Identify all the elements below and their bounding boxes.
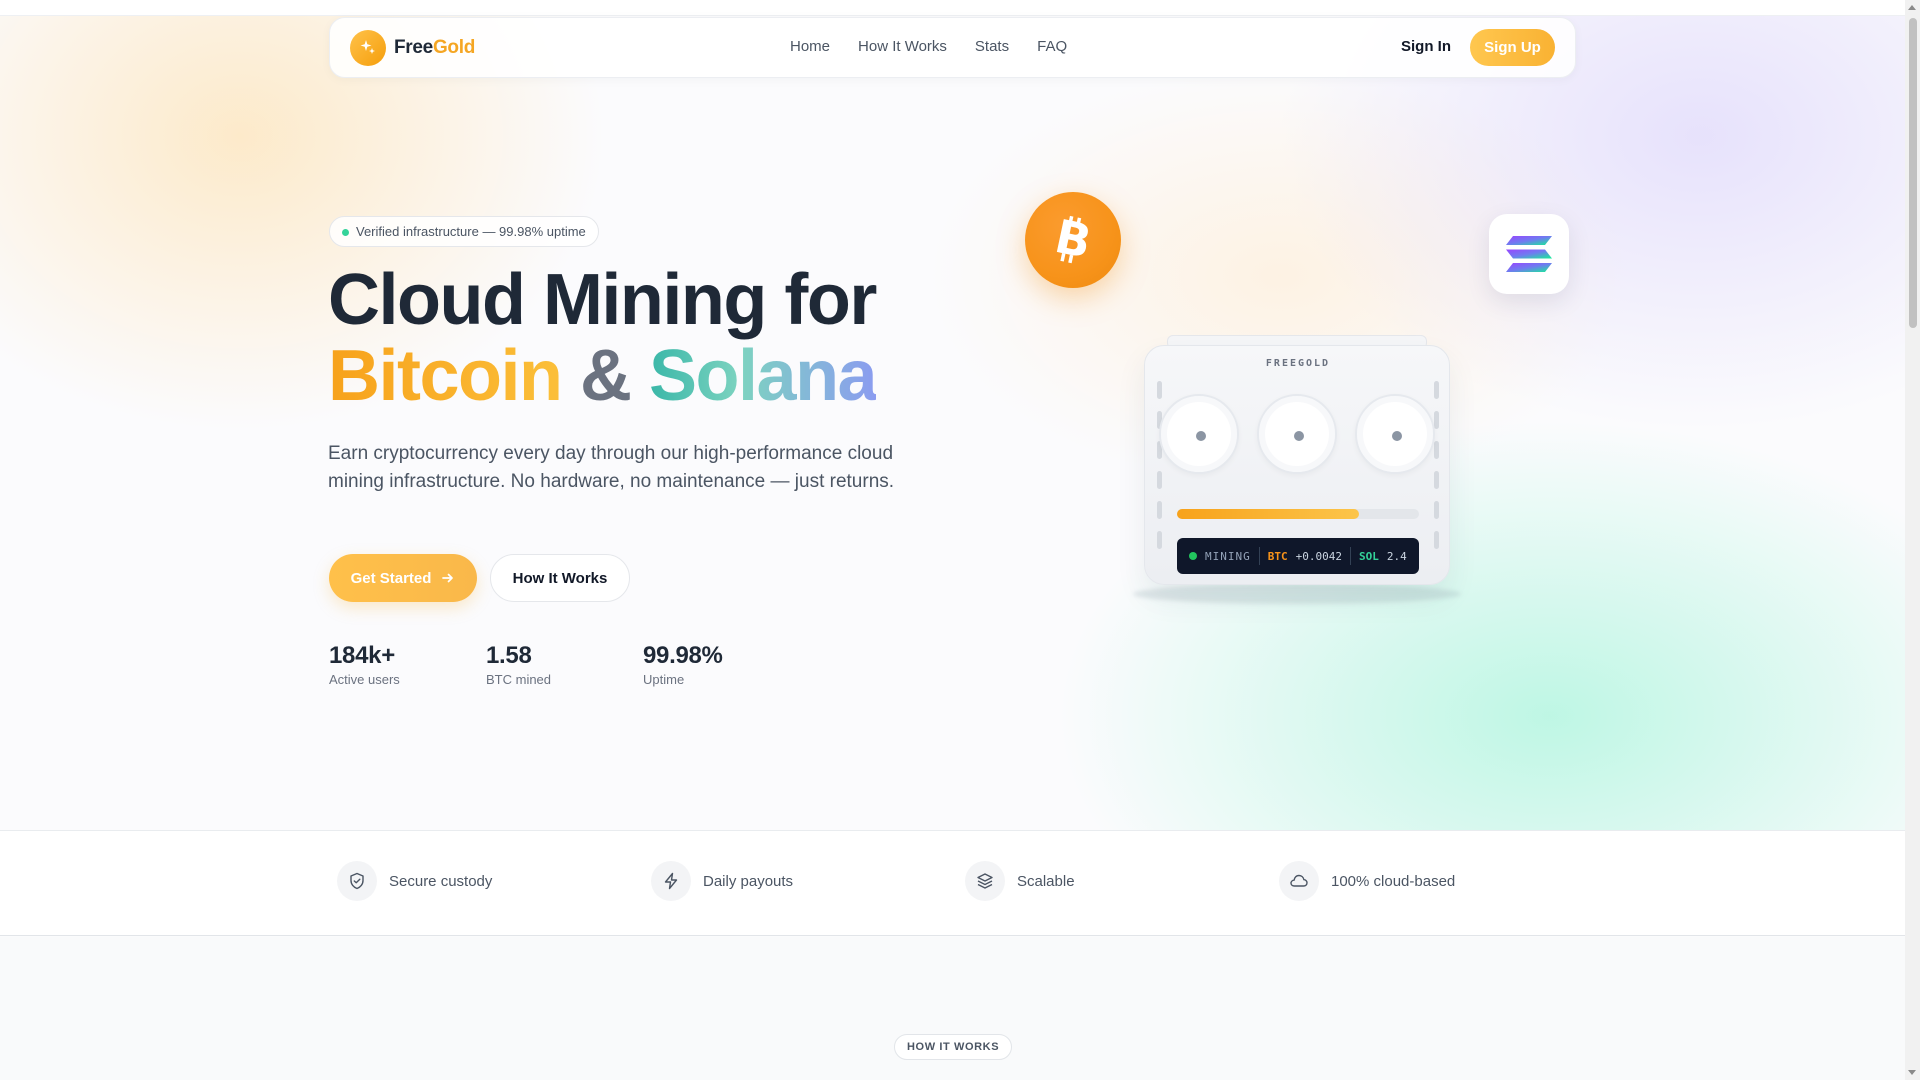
feature-label: 100% cloud-based (1331, 872, 1456, 890)
how-it-works-button[interactable]: How It Works (490, 554, 630, 602)
verified-badge-text: Verified infrastructure — 99.98% uptime (356, 224, 586, 239)
terminal-divider (1349, 547, 1351, 565)
solana-logo-card (1489, 214, 1569, 294)
stat-label: BTC mined (486, 672, 552, 687)
fan-hub (1196, 431, 1206, 441)
nav-link-stats[interactable]: Stats (975, 38, 1009, 55)
nav-link-how-it-works[interactable]: How It Works (858, 38, 947, 55)
fan-icon (1257, 394, 1337, 474)
bolt-icon (651, 861, 691, 901)
feature-daily-payouts: Daily payouts (651, 861, 793, 901)
hero-title-line1: Cloud Mining for (328, 260, 877, 340)
brand-logo[interactable]: FreeGold (350, 30, 475, 66)
miner-shadow (1133, 584, 1461, 604)
terminal-sol-value: 2.4 (1386, 549, 1407, 563)
vent-slot (1157, 501, 1162, 519)
stat-value: 99.98% (643, 642, 723, 669)
terminal-status: MINING (1205, 549, 1251, 563)
stat-value: 1.58 (486, 642, 532, 669)
vent-slot (1434, 471, 1439, 489)
feature-label: Scalable (1017, 872, 1075, 890)
feature-label: Secure custody (389, 872, 493, 890)
status-dot-icon (342, 229, 349, 236)
cloud-icon (1279, 861, 1319, 901)
hero-title-bitcoin: Bitcoin (328, 336, 563, 416)
scroll-down-arrow-icon[interactable] (1908, 1070, 1916, 1075)
mining-terminal: MINING BTC +0.0042 SOL 2.4 (1177, 538, 1419, 574)
page-viewport: FreeGold Home How It Works Stats FAQ Sig… (0, 0, 1905, 1080)
section-tag-how-it-works: HOW IT WORKS (894, 1034, 1013, 1060)
vent-slot (1434, 411, 1439, 429)
mining-progress-fill (1177, 509, 1359, 519)
stat-active-users: 184k+ Active users (329, 642, 400, 687)
sign-up-button[interactable]: Sign Up (1470, 29, 1555, 66)
stat-uptime: 99.98% Uptime (643, 642, 723, 687)
online-dot-icon (1189, 552, 1197, 560)
svg-text:B: B (1050, 211, 1096, 269)
mining-rig-illustration: FREEGOLD MINING BTC +0.0042 SOL 2.4 (1144, 345, 1450, 585)
vent-slot (1157, 531, 1162, 549)
bitcoin-coin-icon: B (1025, 192, 1121, 288)
stat-btc-mined: 1.58 BTC mined (486, 642, 551, 687)
stat-label: Uptime (643, 672, 685, 687)
terminal-sol-label: SOL (1358, 549, 1379, 563)
sign-in-link[interactable]: Sign In (1401, 38, 1451, 55)
mining-progress-bar (1177, 509, 1419, 519)
vent-slot (1157, 381, 1162, 399)
vent-slot (1434, 381, 1439, 399)
hero-background (0, 16, 1905, 830)
scroll-up-arrow-icon[interactable] (1908, 5, 1916, 10)
fan-icon (1355, 394, 1435, 474)
feature-secure-custody: Secure custody (337, 861, 492, 901)
brand-name-part1: Free (394, 37, 433, 58)
fan-hub (1392, 431, 1402, 441)
feature-cloud-based: 100% cloud-based (1279, 861, 1455, 901)
nav-link-home[interactable]: Home (790, 38, 830, 55)
vertical-scrollbar[interactable] (1905, 0, 1920, 1080)
feature-label: Daily payouts (703, 872, 794, 890)
vent-slot (1157, 471, 1162, 489)
shield-icon (337, 861, 377, 901)
miner-brand-label: FREEGOLD (1265, 358, 1331, 369)
get-started-button[interactable]: Get Started (329, 554, 477, 602)
hero-title-line2: Bitcoin & Solana (328, 336, 878, 416)
fan-hub (1294, 431, 1304, 441)
vent-slot (1434, 531, 1439, 549)
feature-strip: Secure custody Daily payouts Scalable 10… (0, 830, 1905, 936)
hero-title-solana: Solana (649, 336, 878, 416)
hero-subtitle: Earn cryptocurrency every day through ou… (328, 443, 895, 492)
layers-icon (965, 861, 1005, 901)
scrollbar-thumb[interactable] (1909, 18, 1917, 328)
brand-name-part2: Gold (432, 37, 476, 58)
hero-title-ampersand: & (580, 336, 632, 416)
terminal-btc-label: BTC (1267, 549, 1288, 563)
nav-links: Home How It Works Stats FAQ (790, 38, 1067, 55)
terminal-btc-value: +0.0042 (1295, 549, 1342, 563)
vent-slot (1434, 501, 1439, 519)
nav-link-faq[interactable]: FAQ (1037, 38, 1067, 55)
stat-label: Active users (329, 672, 400, 687)
top-edge (0, 0, 1905, 16)
stat-value: 184k+ (329, 642, 395, 669)
arrow-right-icon (442, 573, 454, 583)
vent-slot (1434, 441, 1439, 459)
brand-name: FreeGold (394, 37, 475, 59)
verified-badge: Verified infrastructure — 99.98% uptime (329, 216, 599, 247)
solana-icon (1506, 236, 1552, 272)
fan-icon (1159, 394, 1239, 474)
feature-scalable: Scalable (965, 861, 1075, 901)
get-started-label: Get Started (350, 569, 432, 587)
sparkle-logo-icon (350, 30, 386, 66)
terminal-divider (1258, 547, 1260, 565)
navbar: FreeGold Home How It Works Stats FAQ Sig… (329, 17, 1576, 78)
